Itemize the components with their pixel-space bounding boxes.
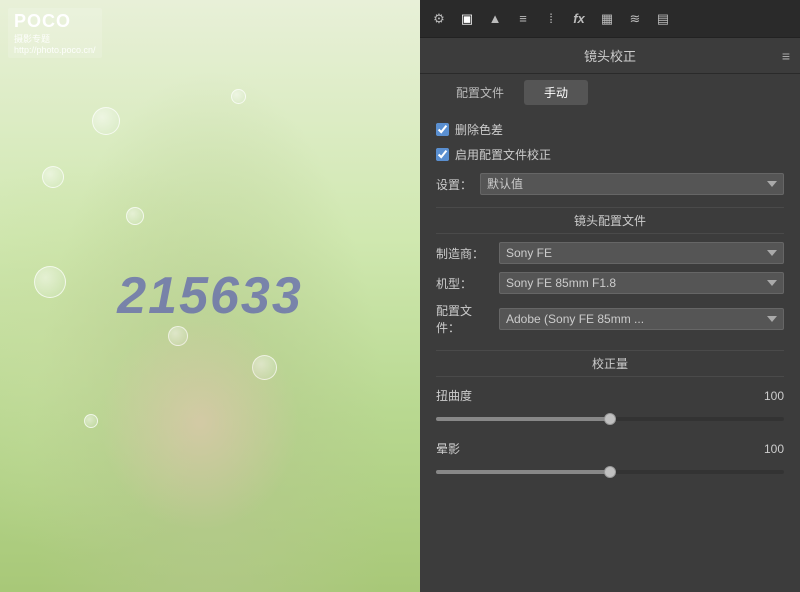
vignette-label: 晕影 — [436, 440, 460, 457]
panel-content: 删除色差 启用配置文件校正 设置： 默认值 镜头配置文件 制造商： Sony F… — [420, 111, 800, 592]
bubble-6 — [231, 89, 246, 104]
toolbar-adjust-icon[interactable]: ≋ — [624, 8, 646, 30]
checkbox-label-2: 启用配置文件校正 — [455, 146, 551, 163]
poco-logo: POCO 摄影专题 http://photo.poco.cn/ — [8, 8, 102, 58]
panel-title: 镜头校正 — [584, 46, 636, 65]
checkbox-remove-aberration[interactable] — [436, 123, 449, 136]
vignette-slider-row: 晕影 100 — [436, 440, 784, 479]
toolbar-export-icon[interactable]: ▤ — [652, 8, 674, 30]
vignette-value: 100 — [764, 442, 784, 456]
toolbar-settings-icon[interactable]: ⚙ — [428, 8, 450, 30]
tab-manual[interactable]: 手动 — [524, 80, 588, 105]
checkbox-row-1: 删除色差 — [436, 121, 784, 138]
checkbox-label-1: 删除色差 — [455, 121, 503, 138]
model-label: 机型： — [436, 275, 491, 292]
watermark: 215633 — [117, 266, 303, 326]
manufacturer-select[interactable]: Sony FE — [499, 242, 784, 264]
distortion-label: 扭曲度 — [436, 387, 472, 404]
poco-logo-sub: 摄影专题 — [14, 32, 96, 45]
bubble-1 — [92, 107, 120, 135]
hand-area — [100, 312, 300, 532]
vignette-slider-header: 晕影 100 — [436, 440, 784, 457]
vignette-slider[interactable] — [436, 470, 784, 474]
correction-header: 校正量 — [436, 350, 784, 377]
bubble-4 — [34, 266, 66, 298]
right-panel: ⚙ ▣ ▲ ≡ ⁞ fx ▦ ≋ ▤ 镜头校正 ≡ 配置文件 手动 删除色差 启… — [420, 0, 800, 592]
profile-label: 配置文件： — [436, 302, 491, 336]
settings-select[interactable]: 默认值 — [480, 173, 784, 195]
toolbar-table-icon[interactable]: ▦ — [596, 8, 618, 30]
lens-profile-header: 镜头配置文件 — [436, 207, 784, 234]
panel-menu-button[interactable]: ≡ — [782, 48, 790, 64]
distortion-slider-row: 扭曲度 100 — [436, 387, 784, 426]
tab-profile[interactable]: 配置文件 — [436, 80, 524, 105]
distortion-value: 100 — [764, 389, 784, 403]
toolbar-histogram-icon[interactable]: ▲ — [484, 8, 506, 30]
checkbox-enable-profile[interactable] — [436, 148, 449, 161]
toolbar: ⚙ ▣ ▲ ≡ ⁞ fx ▦ ≋ ▤ — [420, 0, 800, 38]
poco-logo-url: http://photo.poco.cn/ — [14, 45, 96, 55]
checkbox-row-2: 启用配置文件校正 — [436, 146, 784, 163]
toolbar-grid-icon[interactable]: ▣ — [456, 8, 478, 30]
profile-row: 配置文件： Adobe (Sony FE 85mm ... — [436, 302, 784, 336]
distortion-slider[interactable] — [436, 417, 784, 421]
toolbar-list-icon[interactable]: ≡ — [512, 8, 534, 30]
model-select[interactable]: Sony FE 85mm F1.8 — [499, 272, 784, 294]
manufacturer-row: 制造商： Sony FE — [436, 242, 784, 264]
toolbar-fx-icon[interactable]: fx — [568, 8, 590, 30]
slider-section: 扭曲度 100 晕影 100 — [436, 387, 784, 479]
bubble-2 — [42, 166, 64, 188]
settings-row: 设置： 默认值 — [436, 173, 784, 195]
model-row: 机型： Sony FE 85mm F1.8 — [436, 272, 784, 294]
photo-panel: POCO 摄影专题 http://photo.poco.cn/ 215633 — [0, 0, 420, 592]
toolbar-columns-icon[interactable]: ⁞ — [540, 8, 562, 30]
manufacturer-label: 制造商： — [436, 245, 491, 262]
distortion-slider-header: 扭曲度 100 — [436, 387, 784, 404]
profile-select[interactable]: Adobe (Sony FE 85mm ... — [499, 308, 784, 330]
poco-logo-text: POCO — [14, 11, 96, 32]
settings-label: 设置： — [436, 176, 472, 193]
tabs-row: 配置文件 手动 — [420, 74, 800, 111]
panel-title-bar: 镜头校正 ≡ — [420, 38, 800, 74]
